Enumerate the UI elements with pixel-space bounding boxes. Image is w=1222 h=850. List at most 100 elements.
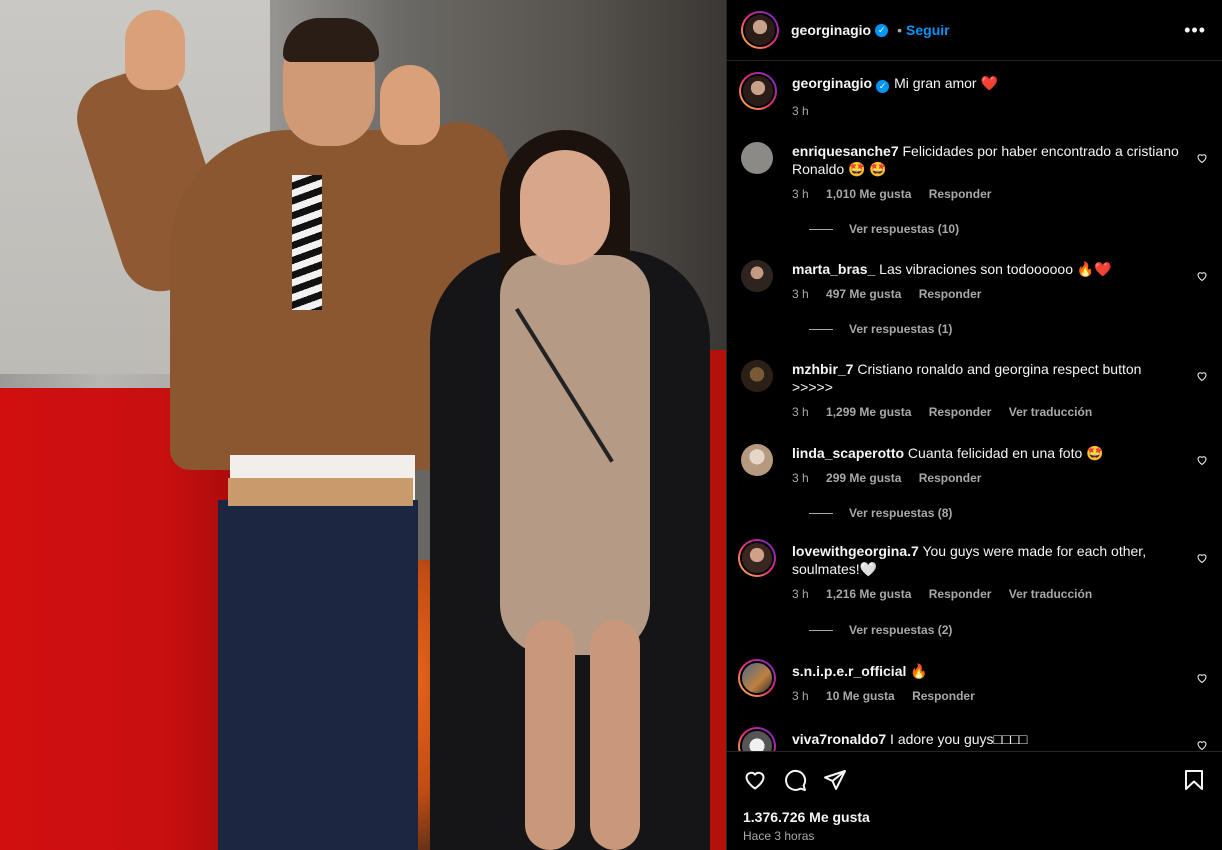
comment-likes[interactable]: 497 Me gusta: [826, 287, 901, 301]
comment-time: 3 h: [792, 405, 809, 419]
view-replies-label: Ver respuestas (1): [849, 322, 953, 336]
post-header: georginagio ✓ • Seguir •••: [727, 0, 1222, 61]
comment-likes[interactable]: 10 Me gusta: [826, 689, 895, 703]
photo-man-hand-left: [125, 10, 185, 90]
comment-username[interactable]: viva7ronaldo7: [792, 731, 886, 747]
comment-username[interactable]: marta_bras_: [792, 261, 875, 277]
comment-like-heart-icon[interactable]: [1196, 672, 1208, 684]
comment-avatar[interactable]: [741, 360, 773, 392]
comment-username[interactable]: enriquesanche7: [792, 143, 899, 159]
post-side-panel: georginagio ✓ • Seguir ••• georginagio ✓ M…: [726, 0, 1222, 850]
comment-reply-button[interactable]: Responder: [919, 471, 982, 485]
comment-body: marta_bras_ Las vibraciones son todooooo…: [792, 260, 1182, 278]
share-icon[interactable]: [823, 768, 847, 792]
comment-reply-button[interactable]: Responder: [929, 405, 992, 419]
comment-avatar[interactable]: [741, 260, 773, 292]
comment-like-heart-icon[interactable]: [1196, 552, 1208, 564]
replies-line: [809, 512, 833, 514]
comment-username[interactable]: s.n.i.p.e.r_official: [792, 663, 906, 679]
caption-author-avatar[interactable]: [739, 72, 777, 110]
comment-likes[interactable]: 1,299 Me gusta: [826, 405, 911, 419]
follow-button[interactable]: Seguir: [906, 22, 950, 38]
photo-woman-face: [520, 150, 610, 265]
comment-meta: 3 h 299 Me gusta Responder: [792, 471, 995, 485]
comment-meta: 3 h 1,299 Me gusta Responder Ver traducc…: [792, 405, 1106, 419]
photo-woman-leg-right: [590, 620, 640, 850]
heart-icon[interactable]: [743, 768, 767, 792]
view-replies-button[interactable]: Ver respuestas (2): [809, 623, 952, 637]
comment-meta: 3 h 1,010 Me gusta Responder: [792, 187, 1005, 201]
comment-body: enriquesanche7 Felicidades por haber enc…: [792, 142, 1182, 178]
photo-woman-leg-left: [525, 620, 575, 850]
comment-likes[interactable]: 299 Me gusta: [826, 471, 901, 485]
caption-heart-emoji: ❤️: [980, 75, 998, 91]
comment-meta: 3 h 497 Me gusta Responder: [792, 287, 995, 301]
comment-username[interactable]: lovewithgeorgina.7: [792, 543, 919, 559]
caption-time: 3 h: [792, 104, 809, 118]
comment-body: s.n.i.p.e.r_official 🔥: [792, 662, 1182, 680]
comment-time: 3 h: [792, 187, 809, 201]
comment-username[interactable]: mzhbir_7: [792, 361, 853, 377]
comment-like-heart-icon[interactable]: [1196, 152, 1208, 164]
comment-likes[interactable]: 1,216 Me gusta: [826, 587, 911, 601]
photo-man-hand-right: [380, 65, 440, 145]
photo-man-pants: [218, 500, 418, 850]
post-time: Hace 3 horas: [743, 829, 815, 843]
comment-time: 3 h: [792, 287, 809, 301]
photo-man-tie: [292, 175, 322, 310]
comment-body: lovewithgeorgina.7 You guys were made fo…: [792, 542, 1182, 578]
post-photo[interactable]: [0, 0, 726, 850]
photo-man-belt: [228, 478, 413, 506]
comment-reply-button[interactable]: Responder: [919, 287, 982, 301]
likes-count[interactable]: 1.376.726 Me gusta: [743, 809, 870, 825]
comment-likes[interactable]: 1,010 Me gusta: [826, 187, 911, 201]
comment-reply-button[interactable]: Responder: [912, 689, 975, 703]
author-avatar[interactable]: [741, 11, 779, 49]
comment-icon[interactable]: [783, 768, 807, 792]
comment-avatar[interactable]: [741, 444, 773, 476]
comment-avatar[interactable]: [738, 539, 776, 577]
post-actions: 1.376.726 Me gusta Hace 3 horas: [727, 751, 1222, 850]
comment-text: 🔥: [910, 663, 928, 679]
caption-body: georginagio ✓ Mi gran amor ❤️: [792, 74, 1182, 93]
comment-time: 3 h: [792, 471, 809, 485]
comment-text: I adore you guys□□□□: [890, 731, 1028, 747]
comment-avatar[interactable]: [738, 659, 776, 697]
caption-text: Mi gran amor: [894, 75, 977, 91]
caption-meta: 3 h: [792, 104, 823, 118]
comment-avatar[interactable]: [741, 142, 773, 174]
comment-like-heart-icon[interactable]: [1196, 270, 1208, 282]
comment-username[interactable]: linda_scaperotto: [792, 445, 904, 461]
comment-reply-button[interactable]: Responder: [929, 187, 992, 201]
comment-reply-button[interactable]: Responder: [929, 587, 992, 601]
view-replies-label: Ver respuestas (10): [849, 222, 960, 236]
view-replies-button[interactable]: Ver respuestas (10): [809, 222, 959, 236]
see-translation-button[interactable]: Ver traducción: [1009, 587, 1092, 601]
comment-text: Cuanta felicidad en una foto 🤩: [907, 445, 1104, 461]
replies-line: [809, 629, 833, 631]
verified-badge-icon: ✓: [876, 80, 890, 93]
comment-body: linda_scaperotto Cuanta felicidad en una…: [792, 444, 1182, 462]
replies-line: [809, 228, 833, 230]
comment-body: viva7ronaldo7 I adore you guys□□□□: [792, 730, 1182, 748]
comments-list[interactable]: georginagio ✓ Mi gran amor ❤️ 3 h enriques…: [727, 62, 1222, 751]
comment-time: 3 h: [792, 587, 809, 601]
comment-like-heart-icon[interactable]: [1196, 454, 1208, 466]
comment-meta: 3 h 1,216 Me gusta Responder Ver traducc…: [792, 587, 1106, 601]
comment-like-heart-icon[interactable]: [1196, 739, 1208, 751]
see-translation-button[interactable]: Ver traducción: [1009, 405, 1092, 419]
view-replies-label: Ver respuestas (2): [849, 623, 953, 637]
comment-like-heart-icon[interactable]: [1196, 370, 1208, 382]
more-options-icon[interactable]: •••: [1184, 20, 1206, 41]
comment-text: Las vibraciones son todoooooo 🔥❤️: [879, 261, 1112, 277]
comment-time: 3 h: [792, 689, 809, 703]
caption-username[interactable]: georginagio: [792, 75, 872, 91]
photo-man-hair: [283, 18, 379, 62]
comment-body: mzhbir_7 Cristiano ronaldo and georgina …: [792, 360, 1182, 396]
view-replies-label: Ver respuestas (8): [849, 506, 953, 520]
view-replies-button[interactable]: Ver respuestas (8): [809, 506, 952, 520]
comment-avatar[interactable]: [738, 727, 776, 751]
view-replies-button[interactable]: Ver respuestas (1): [809, 322, 952, 336]
author-username[interactable]: georginagio: [791, 22, 871, 38]
bookmark-icon[interactable]: [1182, 768, 1206, 792]
